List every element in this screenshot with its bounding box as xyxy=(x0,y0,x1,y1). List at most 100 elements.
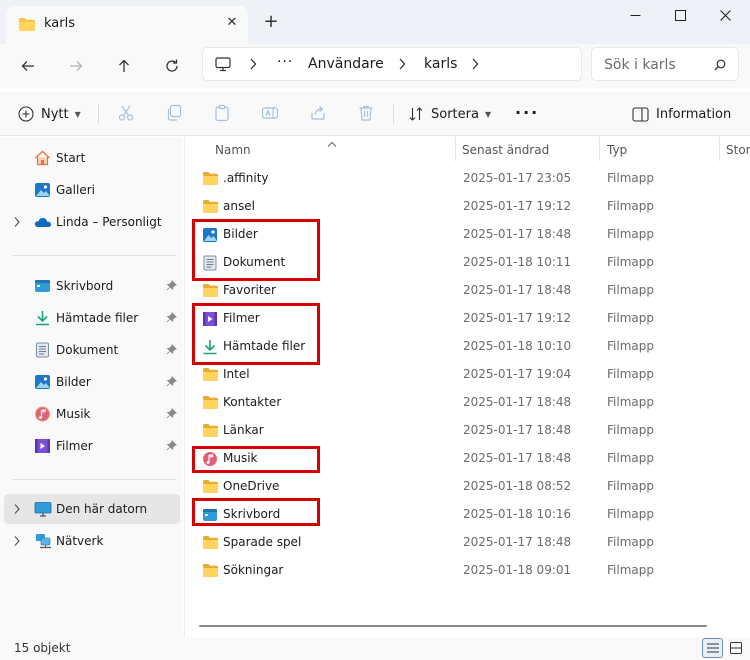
column-divider[interactable] xyxy=(599,137,600,161)
folder-icon xyxy=(202,171,219,189)
sidebar-item-label: Linda – Personligt xyxy=(56,215,162,229)
information-button-label: Information xyxy=(656,106,732,122)
maximize-button[interactable] xyxy=(657,4,703,26)
table-row[interactable]: Sparade spel 2025-01-17 18:48 Filmapp xyxy=(193,529,747,557)
details-view-button[interactable] xyxy=(702,638,723,658)
folder-icon xyxy=(202,283,219,301)
sort-button[interactable]: Sortera ▼ xyxy=(408,102,491,126)
up-button[interactable] xyxy=(110,52,138,80)
sidebar-item-onedrive[interactable]: Linda – Personligt xyxy=(4,207,180,237)
onedrive-icon xyxy=(34,214,52,233)
toolbar-divider xyxy=(393,104,394,124)
sidebar-item-galleri[interactable]: Galleri xyxy=(4,175,180,205)
large-icons-view-button[interactable] xyxy=(727,639,745,657)
sidebar-item-label: Musik xyxy=(56,407,91,421)
breadcrumb-karls[interactable]: karls xyxy=(424,56,457,72)
cut-icon[interactable] xyxy=(117,104,135,125)
folder-icon xyxy=(202,199,219,217)
sidebar-item-label: Den här datorn xyxy=(56,502,148,516)
forward-button[interactable] xyxy=(62,52,90,80)
table-row[interactable]: Länkar 2025-01-17 18:48 Filmapp xyxy=(193,417,747,445)
pin-icon[interactable] xyxy=(166,344,177,358)
pin-icon[interactable] xyxy=(166,280,177,294)
chevron-right-icon[interactable] xyxy=(13,216,21,231)
sidebar-item-skrivbord[interactable]: Skrivbord xyxy=(4,271,180,301)
chevron-right-icon[interactable] xyxy=(13,503,21,518)
close-tab-icon[interactable]: ✕ xyxy=(224,15,240,31)
tab-karls[interactable]: karls ✕ xyxy=(6,6,248,44)
chevron-right-icon[interactable] xyxy=(249,58,257,73)
pin-icon[interactable] xyxy=(166,408,177,422)
new-tab-button[interactable]: + xyxy=(262,13,280,31)
information-button[interactable]: Information xyxy=(632,102,731,126)
table-row[interactable]: ansel 2025-01-17 19:12 Filmapp xyxy=(193,193,747,221)
search-icon[interactable] xyxy=(714,59,726,74)
sidebar-item-bilder[interactable]: Bilder xyxy=(4,367,180,397)
new-button[interactable]: Nytt ▼ xyxy=(18,102,81,126)
rename-icon[interactable] xyxy=(261,104,279,125)
computer-icon xyxy=(215,57,231,75)
file-type: Filmapp xyxy=(607,367,654,381)
folder-icon xyxy=(202,479,219,497)
sidebar-item-hamtade-filer[interactable]: Hämtade filer xyxy=(4,303,180,333)
highlight-box xyxy=(192,219,320,281)
column-header-size[interactable]: Storl xyxy=(726,143,750,157)
chevron-right-icon[interactable] xyxy=(13,535,21,550)
sidebar-item-filmer[interactable]: Filmer xyxy=(4,431,180,461)
close-window-button[interactable] xyxy=(702,4,748,26)
highlight-box xyxy=(192,446,320,473)
file-type: Filmapp xyxy=(607,563,654,577)
share-icon[interactable] xyxy=(309,104,327,125)
scrollbar-thumb[interactable] xyxy=(199,625,707,627)
refresh-button[interactable] xyxy=(158,52,186,80)
table-row[interactable]: Kontakter 2025-01-17 18:48 Filmapp xyxy=(193,389,747,417)
breadcrumb-anvandare[interactable]: Användare xyxy=(308,56,384,72)
column-divider[interactable] xyxy=(455,137,456,161)
table-row[interactable]: Favoriter 2025-01-17 18:48 Filmapp xyxy=(193,277,747,305)
file-modified: 2025-01-17 23:05 xyxy=(463,171,572,185)
sidebar-item-natverk[interactable]: Nätverk xyxy=(4,526,180,556)
toolbar-divider xyxy=(98,104,99,124)
pictures-icon xyxy=(34,374,51,393)
sidebar-item-dokument[interactable]: Dokument xyxy=(4,335,180,365)
search-box[interactable] xyxy=(591,47,739,81)
file-name: Intel xyxy=(223,367,250,381)
pin-icon[interactable] xyxy=(166,440,177,454)
column-header-type[interactable]: Typ xyxy=(607,143,627,157)
breadcrumb-overflow[interactable]: ··· xyxy=(277,54,293,70)
sidebar-item-label: Hämtade filer xyxy=(56,311,139,325)
sidebar-item-start[interactable]: Start xyxy=(4,143,180,173)
pin-icon[interactable] xyxy=(166,312,177,326)
chevron-right-icon[interactable] xyxy=(471,58,479,73)
column-header-name[interactable]: Namn xyxy=(215,143,251,157)
table-row[interactable]: Intel 2025-01-17 19:04 Filmapp xyxy=(193,361,747,389)
search-input[interactable] xyxy=(604,55,712,75)
sidebar-item-den-har-datorn[interactable]: Den här datorn xyxy=(4,494,180,524)
back-button[interactable] xyxy=(14,52,42,80)
pin-icon[interactable] xyxy=(166,376,177,390)
sidebar-item-musik[interactable]: Musik xyxy=(4,399,180,429)
file-type: Filmapp xyxy=(607,507,654,521)
file-list: Namn Senast ändrad Typ Storl .affinity 20… xyxy=(184,137,750,637)
column-header-modified[interactable]: Senast ändrad xyxy=(462,143,549,157)
chevron-right-icon[interactable] xyxy=(398,58,406,73)
copy-icon[interactable] xyxy=(165,104,183,125)
file-type: Filmapp xyxy=(607,535,654,549)
table-row[interactable]: Sökningar 2025-01-18 09:01 Filmapp xyxy=(193,557,747,585)
column-divider[interactable] xyxy=(719,137,720,161)
tab-title: karls xyxy=(44,16,75,31)
file-name: .affinity xyxy=(223,171,269,185)
status-bar: 15 objekt xyxy=(0,637,750,660)
more-options-button[interactable]: ··· xyxy=(515,100,539,124)
table-row[interactable]: .affinity 2025-01-17 23:05 Filmapp xyxy=(193,165,747,193)
file-modified: 2025-01-17 18:48 xyxy=(463,423,572,437)
trash-icon[interactable] xyxy=(357,104,375,125)
file-modified: 2025-01-17 18:48 xyxy=(463,395,572,409)
address-bar[interactable]: ··· Användare karls xyxy=(202,47,582,81)
document-icon xyxy=(34,342,51,361)
table-row[interactable]: OneDrive 2025-01-18 08:52 Filmapp xyxy=(193,473,747,501)
horizontal-scrollbar[interactable] xyxy=(199,623,707,629)
paste-icon[interactable] xyxy=(213,104,231,125)
this-pc-icon xyxy=(34,501,52,520)
minimize-button[interactable] xyxy=(612,4,658,26)
